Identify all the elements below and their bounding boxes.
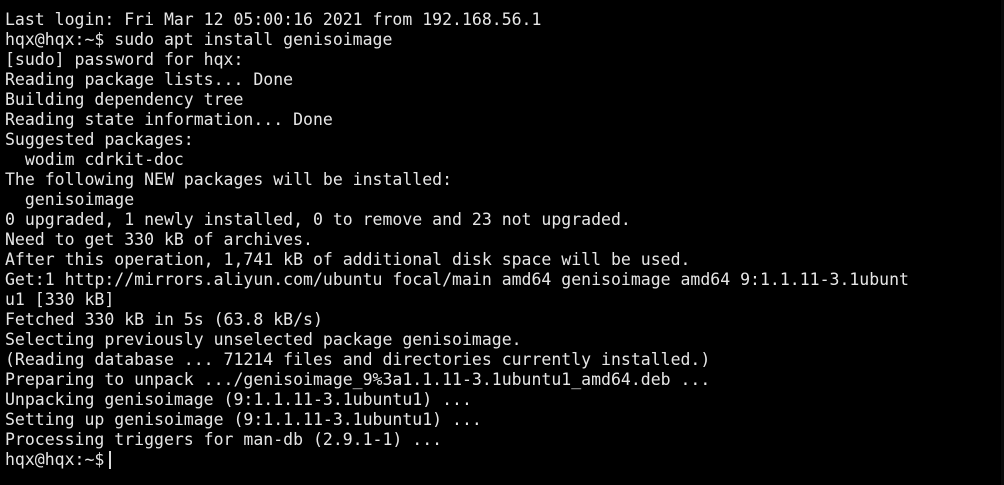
terminal-line: wodim cdrkit-doc [5,150,184,169]
terminal-line: (Reading database ... 71214 files and di… [5,350,711,369]
terminal-line: Preparing to unpack .../genisoimage_9%3a… [5,370,711,389]
text-cursor [109,451,112,469]
terminal-line: Unpacking genisoimage (9:1.1.11-3.1ubunt… [5,390,472,409]
terminal-line: The following NEW packages will be insta… [5,170,453,189]
terminal-line: hqx@hqx:~$ sudo apt install genisoimage [5,30,393,49]
terminal-line: Suggested packages: [5,130,194,149]
terminal-line: Processing triggers for man-db (2.9.1-1)… [5,430,443,449]
terminal-line: u1 [330 kB] [5,290,115,309]
terminal-line: Selecting previously unselected package … [5,330,522,349]
terminal-line: Fetched 330 kB in 5s (63.8 kB/s) [5,310,323,329]
terminal-line: After this operation, 1,741 kB of additi… [5,250,691,269]
terminal-line: Last login: Fri Mar 12 05:00:16 2021 fro… [5,10,542,29]
terminal-line: Reading package lists... Done [5,70,294,89]
terminal-line: [sudo] password for hqx: [5,50,244,69]
terminal-line: Need to get 330 kB of archives. [5,230,313,249]
terminal-output: Last login: Fri Mar 12 05:00:16 2021 fro… [5,10,1004,470]
command-prompt-line[interactable]: hqx@hqx:~$ [5,450,1004,470]
terminal-line: Reading state information... Done [5,110,333,129]
terminal-line: 0 upgraded, 1 newly installed, 0 to remo… [5,210,631,229]
terminal-line: Get:1 http://mirrors.aliyun.com/ubuntu f… [5,270,909,289]
terminal-line: genisoimage [5,190,135,209]
terminal-line: Setting up genisoimage (9:1.1.11-3.1ubun… [5,410,482,429]
shell-prompt: hqx@hqx:~$ [5,450,105,469]
terminal-line: Building dependency tree [5,90,244,109]
terminal-window[interactable]: Last login: Fri Mar 12 05:00:16 2021 fro… [0,0,1004,485]
